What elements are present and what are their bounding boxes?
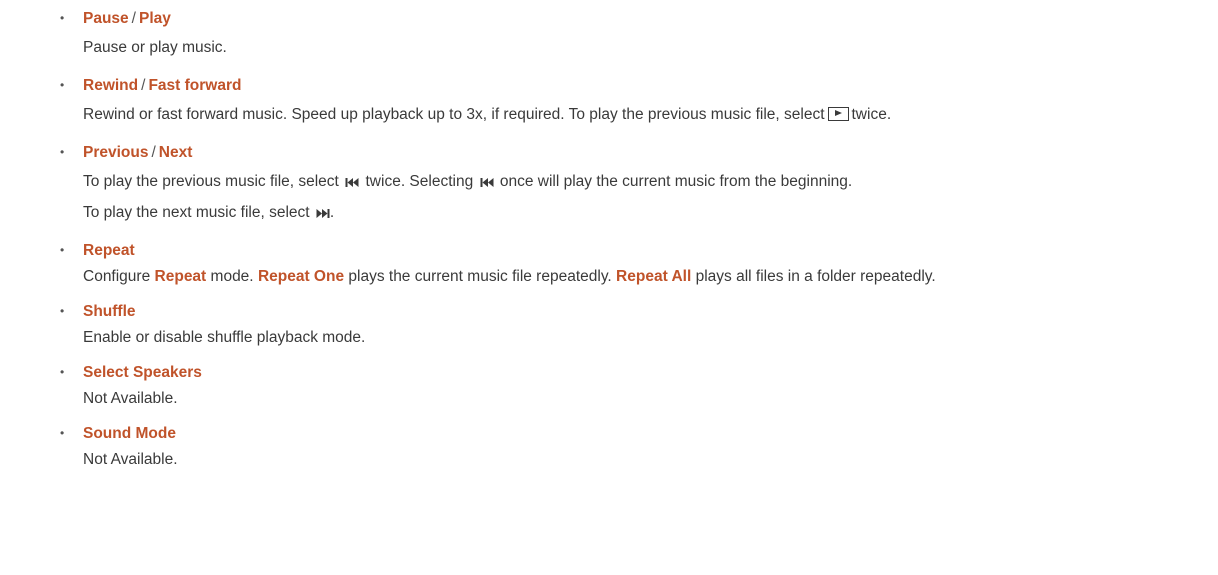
list-item-sound-mode: • Sound Mode Not Available. <box>0 419 1218 471</box>
item-description: Rewind or fast forward music. Speed up p… <box>83 97 1218 126</box>
bullet: • <box>60 426 65 440</box>
item-description: Not Available. <box>83 390 178 407</box>
keyword-rewind: Rewind <box>83 77 139 94</box>
keyword-play: Play <box>138 10 171 27</box>
item-description: Not Available. <box>83 451 178 468</box>
keyword-repeat: Repeat <box>154 268 207 285</box>
description-text: Rewind or fast forward music. Speed up p… <box>83 106 825 123</box>
bullet: • <box>60 243 65 257</box>
item-description-line-2: To play the next music file, select . <box>83 193 1218 224</box>
bullet: • <box>60 78 65 92</box>
list-item-shuffle: • Shuffle Enable or disable shuffle play… <box>0 297 1218 349</box>
skip-next-icon <box>316 209 330 218</box>
bullet: • <box>60 304 65 318</box>
manual-page: • Pause / Play Pause or play music. • Rewi… <box>0 0 1218 575</box>
description-text: mode. <box>210 268 254 285</box>
skip-previous-icon <box>480 178 494 187</box>
title-separator: / <box>151 144 156 161</box>
description-text: once will play the current music from th… <box>499 173 853 190</box>
keyword-repeat-one: Repeat One <box>257 268 345 285</box>
description-text-end: . <box>329 204 335 221</box>
item-title: Pause / Play <box>83 4 1218 30</box>
item-title: Rewind / Fast forward <box>83 71 1218 97</box>
description-text: Configure <box>83 268 151 285</box>
bullet: • <box>60 11 65 25</box>
description-text-end: twice. <box>851 106 892 123</box>
keyword-next: Next <box>158 144 193 161</box>
item-description: Pause or play music. <box>83 39 227 56</box>
keyword-repeat-all: Repeat All <box>616 268 692 285</box>
keyword-fast-forward: Fast forward <box>148 77 242 94</box>
list-item-rewind-fast-forward: • Rewind / Fast forward Rewind or fast for… <box>0 71 1218 126</box>
list-item-select-speakers: • Select Speakers Not Available. <box>0 358 1218 410</box>
item-title: Repeat <box>83 236 1218 262</box>
item-title: Sound Mode <box>83 419 1218 445</box>
item-title: Shuffle <box>83 297 1218 323</box>
keyword-sound-mode: Sound Mode <box>83 425 176 442</box>
bullet: • <box>60 145 65 159</box>
description-text: plays all files in a folder repeatedly. <box>695 268 936 285</box>
description-text: twice. Selecting <box>365 173 474 190</box>
list-item-repeat: • Repeat Configure Repeat mode. Repeat O… <box>0 236 1218 288</box>
keyword-previous: Previous <box>83 144 149 161</box>
title-separator: / <box>141 77 146 94</box>
item-title: Select Speakers <box>83 358 1218 384</box>
keyword-repeat: Repeat <box>83 242 135 259</box>
play-button-icon <box>827 107 849 121</box>
keyword-shuffle: Shuffle <box>83 303 136 320</box>
keyword-pause: Pause <box>83 10 129 27</box>
title-separator: / <box>131 10 136 27</box>
skip-previous-icon <box>345 178 359 187</box>
list-item-pause-play: • Pause / Play Pause or play music. <box>0 4 1218 59</box>
list-item-previous-next: • Previous / Next To play the previous mus… <box>0 138 1218 224</box>
bullet: • <box>60 365 65 379</box>
keyword-select-speakers: Select Speakers <box>83 364 202 381</box>
description-text: To play the previous music file, select <box>83 173 339 190</box>
item-description-line-1: To play the previous music file, select … <box>83 164 1218 193</box>
item-title: Previous / Next <box>83 138 1218 164</box>
description-text: plays the current music file repeatedly. <box>348 268 612 285</box>
item-description: Configure Repeat mode. Repeat One plays … <box>83 262 1218 288</box>
description-text: To play the next music file, select <box>83 204 310 221</box>
item-description: Enable or disable shuffle playback mode. <box>83 329 366 346</box>
